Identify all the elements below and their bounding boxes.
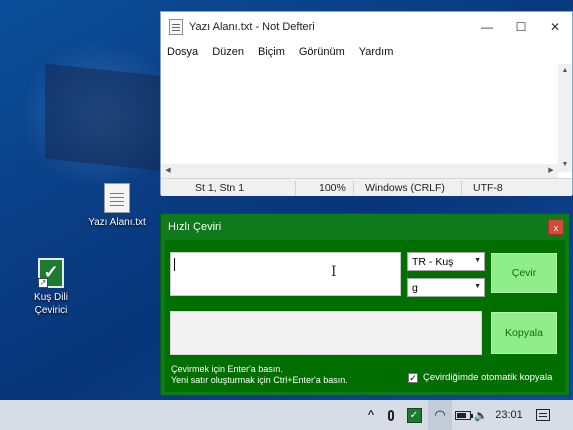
text-caret xyxy=(174,258,175,271)
status-divider xyxy=(295,181,296,195)
clock[interactable]: 23:01 xyxy=(492,400,526,430)
desktop-icon-text-file[interactable]: Yazı Alanı.txt xyxy=(78,183,156,229)
notepad-text-area[interactable] xyxy=(161,64,558,164)
scroll-up-icon[interactable]: ▲ xyxy=(558,64,572,78)
chevron-up-icon[interactable]: ^ xyxy=(364,400,378,430)
auto-copy-option[interactable]: ✓ Çevirdiğimde otomatik kopyala xyxy=(408,372,552,383)
wifi-icon[interactable]: ◠ xyxy=(430,400,450,430)
hint-line-enter: Çevirmek için Enter'a basın. xyxy=(171,364,283,374)
kus-dili-app-icon: ↗ xyxy=(38,258,64,288)
status-zoom: 100% xyxy=(319,182,346,194)
auto-copy-checkbox[interactable]: ✓ xyxy=(408,372,418,383)
menu-bicim[interactable]: Biçim xyxy=(258,46,285,58)
variant-select[interactable]: g ▼ xyxy=(407,278,485,297)
desktop-wallpaper-shape xyxy=(45,63,165,172)
language-select-value: TR - Kuş xyxy=(412,256,454,268)
output-text-area[interactable] xyxy=(170,311,482,355)
translator-window: Hızlı Çeviri x I TR - Kuş ▼ g ▼ Çevir Ko… xyxy=(160,213,570,396)
menu-dosya[interactable]: Dosya xyxy=(167,46,198,58)
chevron-down-icon: ▼ xyxy=(474,283,481,290)
menu-gorunum[interactable]: Görünüm xyxy=(299,46,345,58)
notepad-titlebar[interactable]: Yazı Alanı.txt - Not Defteri — ☐ ✕ xyxy=(161,12,572,42)
notepad-title: Yazı Alanı.txt - Not Defteri xyxy=(189,21,315,33)
hint-line-ctrl-enter: Yeni satır oluşturmak için Ctrl+Enter'a … xyxy=(171,375,348,385)
translator-titlebar[interactable]: Hızlı Çeviri x xyxy=(161,214,569,240)
text-file-icon xyxy=(104,183,130,213)
maximize-button[interactable]: ☐ xyxy=(504,12,538,42)
language-select[interactable]: TR - Kuş ▼ xyxy=(407,252,485,271)
notepad-icon xyxy=(169,19,183,35)
status-line-ending: Windows (CRLF) xyxy=(365,182,445,194)
translate-button[interactable]: Çevir xyxy=(491,253,557,293)
ibeam-cursor-icon: I xyxy=(331,264,337,280)
microphone-icon[interactable] xyxy=(384,400,398,430)
chevron-down-icon: ▼ xyxy=(474,257,481,264)
translator-title: Hızlı Çeviri xyxy=(168,221,222,233)
scroll-left-icon[interactable]: ◀ xyxy=(161,164,175,178)
translator-panel: I TR - Kuş ▼ g ▼ Çevir Kopyala Çevirmek … xyxy=(165,240,565,392)
notification-icon[interactable] xyxy=(534,400,552,430)
copy-button[interactable]: Kopyala xyxy=(491,312,557,354)
vertical-scrollbar[interactable]: ▲ ▼ xyxy=(558,64,572,172)
variant-select-value: g xyxy=(412,282,418,294)
status-divider xyxy=(461,181,462,195)
shortcut-arrow-icon: ↗ xyxy=(38,278,48,288)
auto-copy-label: Çevirdiğimde otomatik kopyala xyxy=(423,372,553,383)
battery-icon[interactable] xyxy=(453,400,473,430)
status-position: St 1, Stn 1 xyxy=(195,182,245,194)
desktop-icon-kus-dili[interactable]: ↗ Kuş Dili Çevirici xyxy=(12,258,90,317)
menu-yardim[interactable]: Yardım xyxy=(359,46,394,58)
source-text-input[interactable]: I xyxy=(170,252,401,296)
usage-hint: Çevirmek için Enter'a basın. Yeni satır … xyxy=(171,364,348,386)
taskbar: ^ ✓ ◠ 🔈 23:01 xyxy=(0,400,573,430)
translator-close-button[interactable]: x xyxy=(548,219,564,235)
desktop-icon-label: Kuş Dili Çevirici xyxy=(34,292,68,316)
notepad-menubar: Dosya Düzen Biçim Görünüm Yardım xyxy=(161,42,572,62)
scroll-down-icon[interactable]: ▼ xyxy=(558,158,572,172)
status-encoding: UTF-8 xyxy=(473,182,503,194)
horizontal-scrollbar[interactable]: ◀ ▶ xyxy=(161,164,558,178)
menu-duzen[interactable]: Düzen xyxy=(212,46,244,58)
volume-icon[interactable]: 🔈 xyxy=(472,400,490,430)
close-button[interactable]: ✕ xyxy=(538,12,572,42)
minimize-button[interactable]: — xyxy=(470,12,504,42)
desktop-icon-label: Yazı Alanı.txt xyxy=(88,217,146,228)
kus-tray-icon[interactable]: ✓ xyxy=(406,400,422,430)
status-divider xyxy=(353,181,354,195)
notepad-window: Yazı Alanı.txt - Not Defteri — ☐ ✕ Dosya… xyxy=(160,11,573,196)
notepad-statusbar: St 1, Stn 1 100% Windows (CRLF) UTF-8 xyxy=(161,178,572,196)
scroll-right-icon[interactable]: ▶ xyxy=(544,164,558,178)
